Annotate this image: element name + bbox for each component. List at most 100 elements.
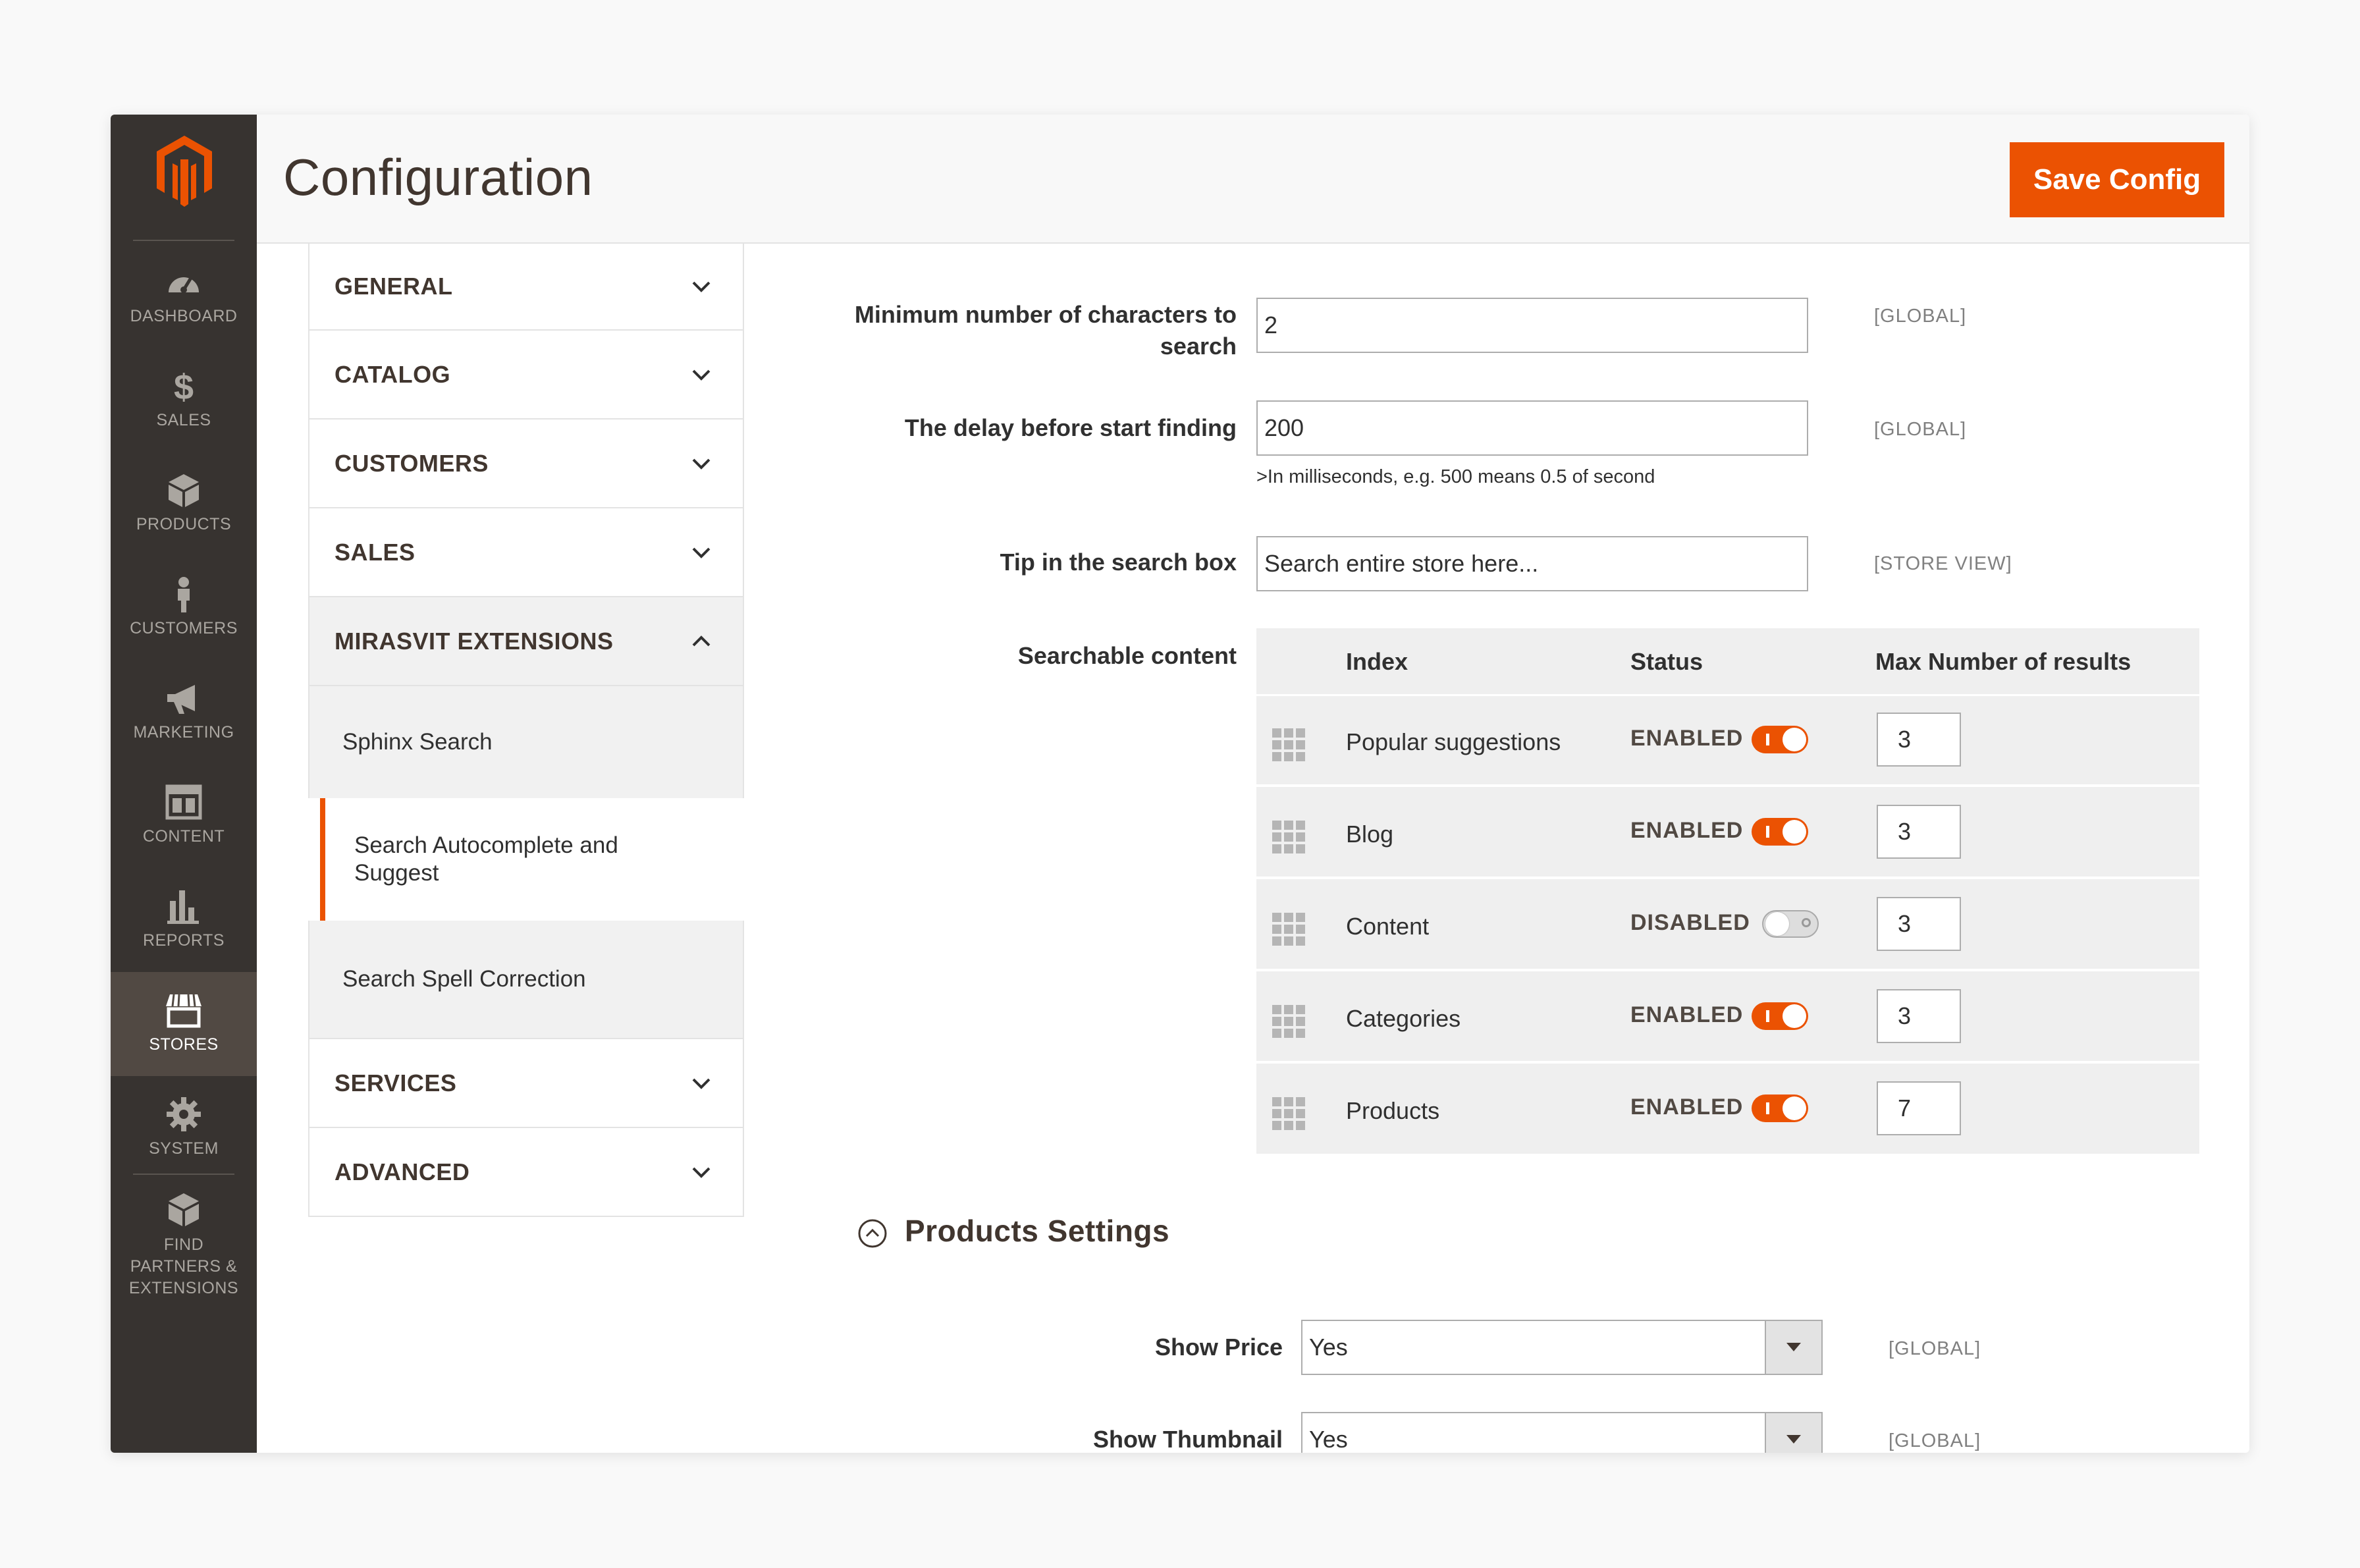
nav-label: FIND PARTNERS & EXTENSIONS [128,1235,239,1297]
drag-handle-icon[interactable] [1272,728,1305,761]
nav-label: SYSTEM [149,1139,219,1158]
scope-label: [GLOBAL] [1874,419,1967,440]
status-toggle[interactable] [1752,1095,1808,1122]
min-chars-input[interactable]: 2 [1256,298,1808,353]
drag-handle-icon[interactable] [1272,821,1305,853]
nav-find-partners[interactable]: FIND PARTNERS & EXTENSIONS [111,1179,257,1297]
scope-label: [GLOBAL] [1874,306,1967,327]
status-toggle[interactable] [1752,726,1808,753]
tip-input[interactable]: Search entire store here... [1256,536,1808,591]
table-row: Popular suggestions ENABLED 3 [1256,694,2199,787]
subtab-sphinx-search[interactable]: Sphinx Search [308,686,744,798]
table-row: Blog ENABLED 3 [1256,786,2199,879]
index-name: Blog [1346,821,1394,848]
table-header: Index Status Max Number of results [1256,628,2199,696]
nav-label: STORES [149,1035,219,1054]
chevron-up-icon [692,635,711,646]
subtab-search-spell-correction[interactable]: Search Spell Correction [308,921,744,1039]
show-thumbnail-label: Show Thumbnail [1093,1426,1283,1453]
bar-chart-icon [165,888,203,925]
status-text: ENABLED [1630,1002,1744,1027]
delay-label: The delay before start finding [904,414,1237,441]
gear-icon [165,1096,203,1133]
chevron-down-icon [692,458,711,470]
table-row: Products ENABLED 7 [1256,1063,2199,1153]
status-toggle[interactable] [1762,910,1819,938]
dollar-icon: $ [165,367,203,404]
nav-customers[interactable]: CUSTOMERS [111,556,257,660]
column-header-status: Status [1630,648,1703,675]
nav-content[interactable]: CONTENT [111,764,257,868]
tab-catalog[interactable]: CATALOG [308,331,744,419]
max-results-input[interactable]: 3 [1877,713,1961,767]
page-header: Configuration Save Config [257,115,2249,244]
nav-marketing[interactable]: MARKETING [111,660,257,764]
storefront-icon [165,992,203,1029]
tab-customers[interactable]: CUSTOMERS [308,419,744,508]
sidebar-divider [133,1174,234,1175]
nav-reports[interactable]: REPORTS [111,868,257,972]
dropdown-arrow-icon [1765,1413,1821,1453]
megaphone-icon [165,680,203,716]
chevron-down-icon [692,369,711,381]
save-config-button[interactable]: Save Config [2010,142,2224,217]
tab-advanced[interactable]: ADVANCED [308,1128,744,1217]
nav-label: CUSTOMERS [130,619,238,637]
person-icon [165,576,203,612]
tab-label: CATALOG [335,360,451,388]
layout-icon [165,784,203,821]
index-name: Content [1346,913,1430,940]
show-thumbnail-select[interactable]: Yes [1301,1412,1823,1453]
delay-input[interactable]: 200 [1256,400,1808,456]
tab-general[interactable]: GENERAL [308,244,744,331]
tab-services[interactable]: SERVICES [308,1039,744,1128]
page-title: Configuration [283,148,593,206]
tab-label: CUSTOMERS [335,449,489,477]
nav-label: CONTENT [142,827,225,846]
drag-handle-icon[interactable] [1272,913,1305,946]
max-results-input[interactable]: 7 [1877,1081,1961,1135]
max-results-input[interactable]: 3 [1877,989,1961,1043]
subtab-search-autocomplete[interactable]: Search Autocomplete and Suggest [320,798,744,921]
status-toggle[interactable] [1752,818,1808,846]
tip-label: Tip in the search box [1000,549,1237,576]
status-text: ENABLED [1630,1095,1744,1120]
cubes-icon [165,1192,203,1229]
nav-sales[interactable]: $ SALES [111,348,257,452]
drag-handle-icon[interactable] [1272,1097,1305,1130]
scope-label: [STORE VIEW] [1874,553,2012,574]
drag-handle-icon[interactable] [1272,1005,1305,1038]
tab-mirasvit-extensions[interactable]: MIRASVIT EXTENSIONS [308,597,744,686]
show-price-select[interactable]: Yes [1301,1320,1823,1375]
min-chars-label: Minimum number of characters to search [854,301,1237,360]
scope-label: [GLOBAL] [1889,1430,1981,1451]
status-toggle[interactable] [1752,1002,1808,1030]
nav-label: PRODUCTS [136,515,232,533]
tab-sales[interactable]: SALES [308,508,744,597]
scope-label: [GLOBAL] [1889,1338,1981,1359]
column-header-index: Index [1346,648,1408,675]
nav-label: DASHBOARD [130,307,238,325]
column-header-max: Max Number of results [1875,648,2132,675]
subtab-label: Sphinx Search [342,729,493,755]
status-text: DISABLED [1630,910,1750,935]
magento-logo-icon[interactable] [151,133,217,207]
admin-sidebar: DASHBOARD $ SALES PRODUCTS CUSTOMERS MAR… [111,115,257,1453]
select-value: Yes [1309,1334,1348,1361]
max-results-input[interactable]: 3 [1877,805,1961,859]
nav-label: MARKETING [133,723,234,742]
nav-system[interactable]: SYSTEM [111,1076,257,1180]
tab-label: SERVICES [335,1069,457,1096]
nav-products[interactable]: PRODUCTS [111,452,257,556]
nav-dashboard[interactable]: DASHBOARD [111,244,257,348]
searchable-content-table: Index Status Max Number of results Popul… [1256,628,2199,1154]
nav-stores[interactable]: STORES [111,972,257,1076]
config-tabs: GENERAL CATALOG CUSTOMERS SALES MIRASVIT… [308,244,744,1217]
searchable-content-label: Searchable content [1017,642,1237,669]
collapse-circle-icon[interactable] [857,1218,888,1249]
max-results-input[interactable]: 3 [1877,897,1961,951]
index-name: Categories [1346,1005,1461,1032]
products-settings-title[interactable]: Products Settings [905,1213,1169,1249]
table-row: Content DISABLED 3 [1256,879,2199,971]
subtab-label: Search Autocomplete and Suggest [354,832,618,886]
